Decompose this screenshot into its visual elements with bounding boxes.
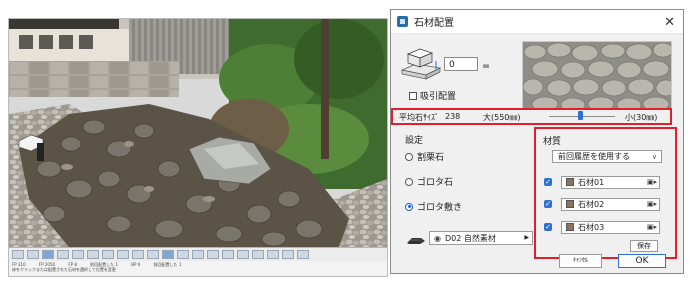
dialog-title: 石材配置 — [414, 18, 454, 29]
view-tool-button[interactable] — [162, 250, 174, 259]
materials-title: 材質 — [543, 137, 562, 147]
stone-material-field[interactable]: 石材03 ▣▸ — [561, 220, 660, 234]
stone-name: 石材02 — [578, 199, 605, 209]
3d-viewport[interactable] — [9, 19, 387, 247]
stone-material-row: ✓ 石材03 ▣▸ — [544, 220, 660, 234]
history-dropdown-value: 前回履歴を使用する — [558, 152, 630, 161]
radio-label: 割栗石 — [417, 153, 445, 163]
save-button[interactable]: 保存 — [630, 240, 658, 252]
settings-title: 設定 — [405, 136, 424, 146]
stone-material-row: ✓ 石材02 ▣▸ — [544, 197, 660, 211]
material-select-value: D02 自然素材 — [444, 233, 496, 243]
rendered-garden-scene — [9, 19, 387, 247]
view-tool-button[interactable] — [252, 250, 264, 259]
radio-button[interactable] — [405, 152, 413, 161]
stone-material-field[interactable]: 石材02 ▣▸ — [561, 197, 660, 211]
view-tool-button[interactable] — [72, 250, 84, 259]
stone-color-swatch — [566, 200, 574, 208]
chevron-down-icon: ∨ — [651, 153, 657, 161]
paint-brush-icon — [407, 238, 425, 244]
status-hint: 床をクリックまたは配置された石材を選択して位置を変更 — [12, 267, 116, 272]
view-tool-button[interactable] — [57, 250, 69, 259]
view-tool-button[interactable] — [12, 250, 24, 259]
view-tool-button[interactable] — [117, 250, 129, 259]
radio-button[interactable] — [405, 177, 413, 186]
ok-button[interactable]: OK — [618, 254, 666, 268]
snap-label: 吸引配置 — [420, 92, 457, 102]
thickness-section: 0 ㎜ 吸引配置 — [391, 34, 683, 109]
radio-cobble-stone[interactable]: ゴロタ石 — [405, 175, 453, 188]
view-tool-button[interactable] — [27, 250, 39, 259]
size-large-label: 大(550㎜) — [483, 113, 521, 122]
material-select[interactable]: ◉ D02 自然素材 ▶ — [429, 231, 533, 245]
dialog-titlebar: 石材配置 ✕ — [391, 10, 683, 34]
view-tool-button[interactable] — [42, 250, 54, 259]
stone-name: 石材01 — [578, 177, 605, 187]
cad-app-window: FP 210 FP 2050 FP 8 前回配置した 1 BP 0 前回配置した… — [8, 18, 388, 277]
texture-pick-icon[interactable]: ▣▸ — [647, 178, 657, 186]
average-stone-size-row: 平均石ｻｲｽﾞ 238 大(550㎜) 小(30㎜) — [391, 108, 672, 125]
stone-checkbox[interactable]: ✓ — [544, 200, 552, 208]
view-tool-button[interactable] — [177, 250, 189, 259]
stone-placement-dialog: 石材配置 ✕ 0 ㎜ 吸引配置 平均石ｻｲｽﾞ 238 大(550㎜) 小(30… — [390, 9, 684, 274]
stone-color-swatch — [566, 178, 574, 186]
radio-label: ゴロタ石 — [417, 178, 454, 188]
radio-crushed-stone[interactable]: 割栗石 — [405, 150, 444, 163]
view-tool-button[interactable] — [132, 250, 144, 259]
cancel-button[interactable]: ｷｬﾝｾﾙ — [559, 254, 602, 268]
status-bar: FP 210 FP 2050 FP 8 前回配置した 1 BP 0 前回配置した… — [9, 261, 387, 276]
stone-material-row: ✓ 石材01 ▣▸ — [544, 175, 660, 189]
snap-checkbox[interactable]: 吸引配置 — [409, 89, 456, 102]
settings-group: 設定 割栗石 ゴロタ石 ゴロタ敷き ◉ D02 自然素材 ▶ — [403, 128, 533, 263]
view-tool-button[interactable] — [87, 250, 99, 259]
stone-checkbox[interactable]: ✓ — [544, 223, 552, 231]
size-label: 平均石ｻｲｽﾞ — [399, 113, 439, 122]
app-icon — [397, 16, 408, 27]
status-field: 前回配置した 1 — [153, 262, 182, 267]
eye-icon: ◉ — [434, 233, 441, 243]
view-tool-button[interactable] — [192, 250, 204, 259]
view-tool-button[interactable] — [237, 250, 249, 259]
radio-label: ゴロタ敷き — [417, 203, 463, 213]
stone-texture-preview — [522, 41, 672, 109]
view-tool-button[interactable] — [207, 250, 219, 259]
view-tool-button[interactable] — [222, 250, 234, 259]
stone-checkbox[interactable]: ✓ — [544, 178, 552, 186]
snap-checkbox-box[interactable] — [409, 91, 417, 100]
radio-button-selected[interactable] — [405, 202, 413, 211]
close-icon[interactable]: ✕ — [664, 15, 675, 30]
chevron-right-icon: ▶ — [524, 234, 529, 241]
view-tool-button[interactable] — [282, 250, 294, 259]
size-slider-thumb[interactable] — [578, 111, 584, 120]
view-tool-button[interactable] — [297, 250, 309, 259]
materials-group: 材質 前回履歴を使用する ∨ ✓ 石材01 ▣▸ ✓ 石材02 ▣▸ ✓ 石材0… — [534, 127, 677, 259]
view-tool-button[interactable] — [267, 250, 279, 259]
view-tool-button[interactable] — [147, 250, 159, 259]
stone-material-field[interactable]: 石材01 ▣▸ — [561, 175, 660, 189]
stone-name: 石材03 — [578, 222, 605, 232]
stone-thickness-icon — [400, 48, 442, 80]
thickness-unit: ㎜ — [483, 63, 490, 70]
view-toolbar — [9, 247, 387, 261]
texture-pick-icon[interactable]: ▣▸ — [647, 200, 657, 208]
view-tool-button[interactable] — [102, 250, 114, 259]
radio-cobble-paving[interactable]: ゴロタ敷き — [405, 200, 462, 213]
thickness-input[interactable]: 0 — [444, 57, 478, 71]
stone-color-swatch — [566, 223, 574, 231]
texture-pick-icon[interactable]: ▣▸ — [647, 223, 657, 231]
size-value: 238 — [445, 112, 461, 121]
size-small-label: 小(30㎜) — [625, 113, 658, 122]
history-dropdown[interactable]: 前回履歴を使用する ∨ — [552, 150, 662, 163]
status-field: BP 0 — [131, 262, 141, 267]
